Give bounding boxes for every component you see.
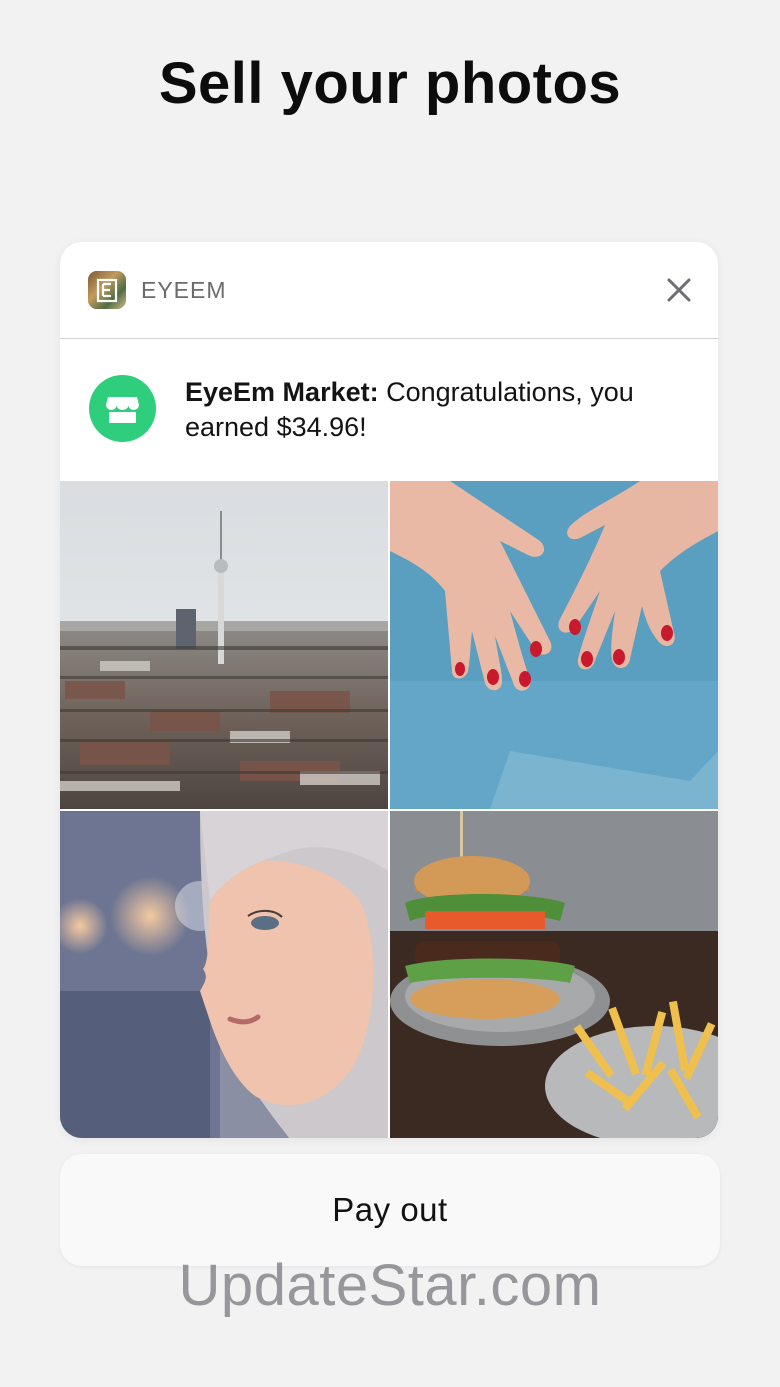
notification-card[interactable]: EYEEM EyeEm Market: Congratulations, you… [60, 242, 718, 1138]
close-icon[interactable] [662, 273, 696, 307]
notification-message[interactable]: EyeEm Market: Congratulations, you earne… [60, 339, 718, 481]
notification-header: EYEEM [60, 242, 718, 339]
photo-hands[interactable] [390, 481, 718, 809]
storefront-icon [89, 375, 156, 442]
page-title: Sell your photos [158, 51, 622, 116]
app-name: EYEEM [141, 277, 227, 303]
notification-text: EyeEm Market: Congratulations, you earne… [185, 375, 685, 445]
photo-burger[interactable] [390, 811, 718, 1138]
photo-city-skyline[interactable] [60, 481, 388, 809]
eyeem-app-icon [88, 271, 126, 309]
photo-portrait[interactable] [60, 811, 388, 1138]
screen: Sell your photos EYEEM EyeEm Market: Con… [0, 0, 780, 1387]
watermark: UpdateStar.com [178, 1253, 602, 1318]
pay-out-button[interactable]: Pay out [60, 1154, 720, 1266]
sender-label: EyeEm Market: [185, 377, 379, 407]
photo-grid [60, 481, 718, 1138]
